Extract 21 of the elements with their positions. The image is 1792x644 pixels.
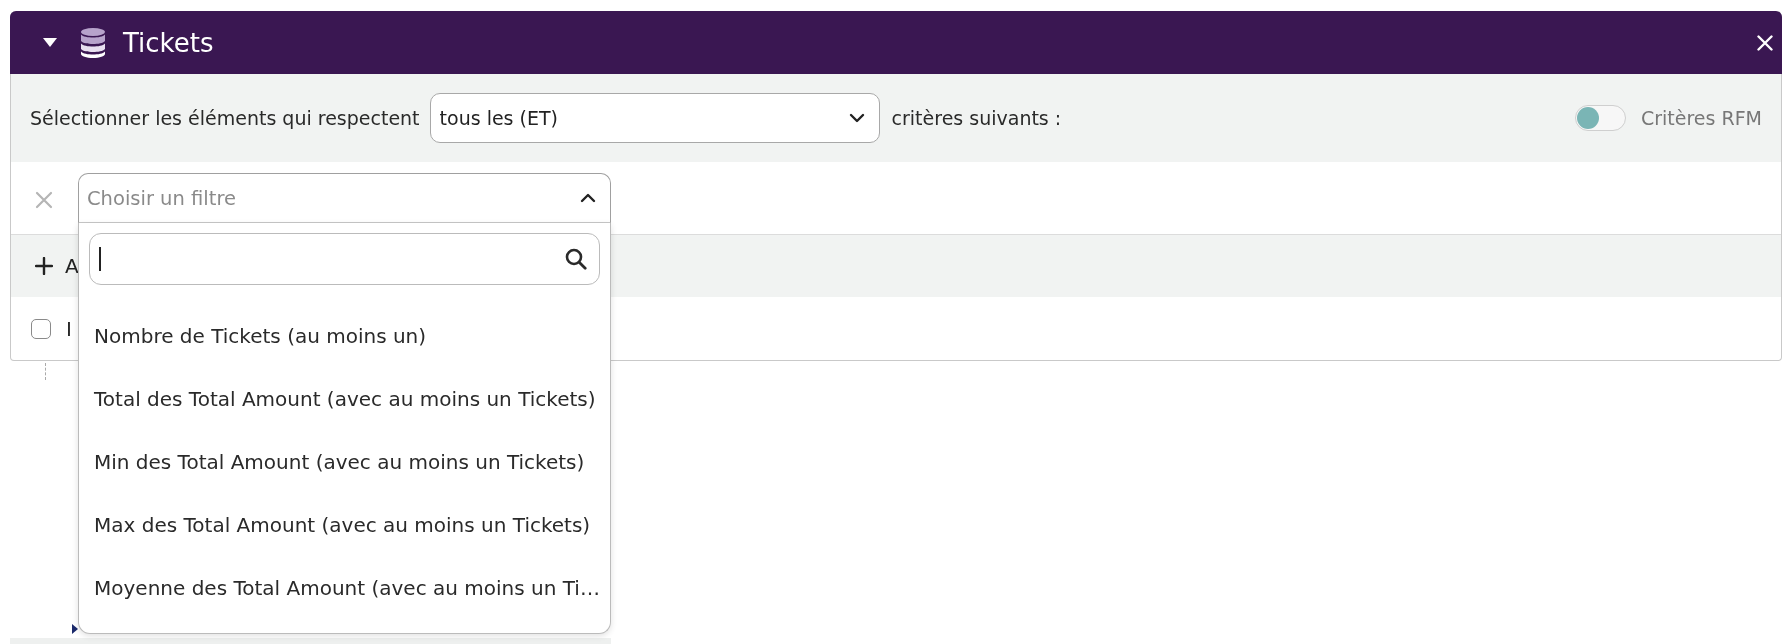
dropdown-option[interactable]: Nombre de Tickets (au moins un) bbox=[89, 304, 600, 367]
criteria-label: Sélectionner les éléments qui respectent bbox=[30, 107, 420, 129]
toggle-label: Critères RFM bbox=[1640, 107, 1762, 129]
dropdown-option[interactable]: Total des Total Amount (avec au moins un Tickets) bbox=[89, 367, 600, 430]
chevron-up-icon bbox=[580, 193, 596, 203]
search-icon[interactable] bbox=[565, 248, 587, 270]
checkbox[interactable] bbox=[31, 318, 51, 339]
plus-icon bbox=[35, 257, 53, 275]
dropdown-option[interactable]: Min des Total Amount (avec au moins un Tickets) bbox=[89, 430, 600, 493]
connector-line bbox=[45, 363, 46, 380]
search-field[interactable] bbox=[89, 233, 600, 285]
dropdown-option[interactable]: Moyenne des Total Amount (avec au moins un Ti… bbox=[89, 556, 600, 619]
rfm-toggle[interactable] bbox=[1574, 105, 1626, 131]
criteria-suffix: critères suivants : bbox=[891, 107, 1062, 129]
dropdown-option[interactable]: Max des Total Amount (avec au moins un Tickets) bbox=[89, 493, 600, 556]
panel-title: Tickets bbox=[123, 27, 214, 58]
caret-icon[interactable] bbox=[43, 38, 57, 47]
database-icon bbox=[81, 27, 105, 58]
chevron-down-icon bbox=[848, 113, 865, 123]
mode-select[interactable]: tous les (ET) bbox=[429, 93, 880, 143]
checkbox-label: I bbox=[66, 316, 72, 341]
